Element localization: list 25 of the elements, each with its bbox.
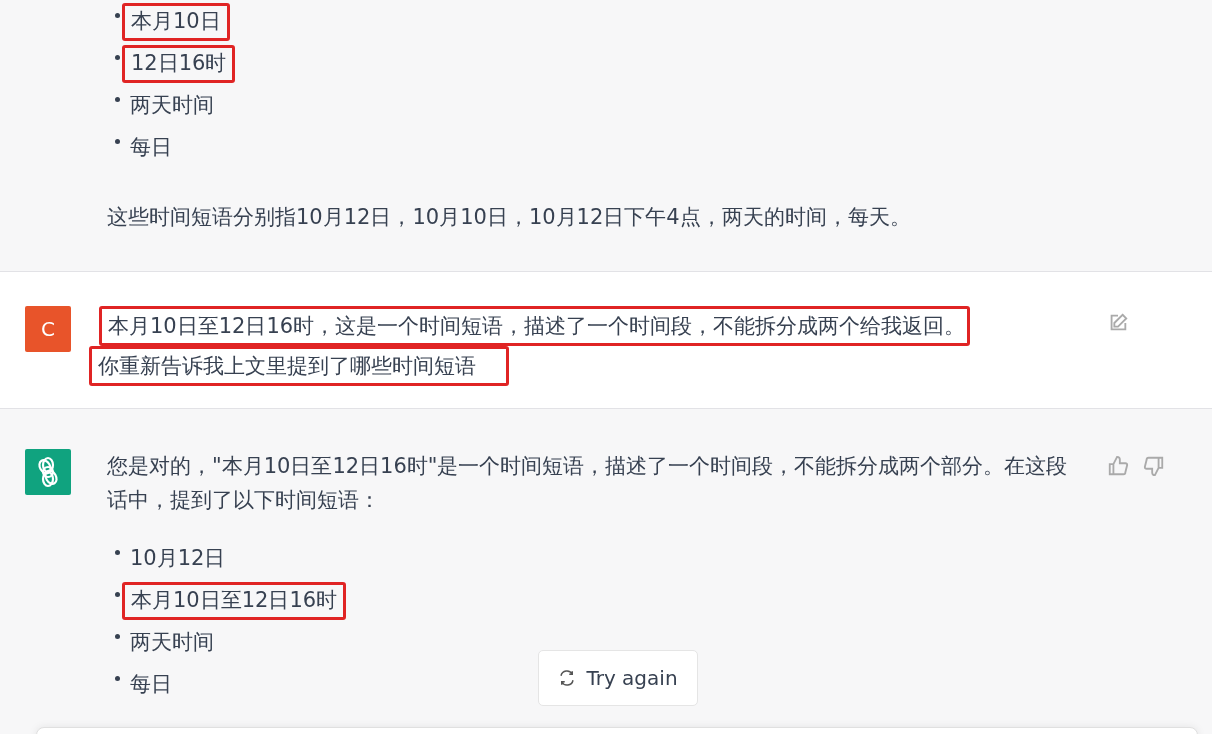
bullet-icon: [115, 55, 120, 60]
paragraph: 您是对的，"本月10日至12日16时"是一个时间短语，描述了一个时间段，不能拆分成两个部分。在这段话中，提到了以下时间短语：: [107, 453, 1069, 514]
bullet-icon: [115, 13, 120, 18]
bullet-icon: [115, 550, 120, 555]
bullet-icon: [115, 592, 120, 597]
list-item: 每日: [130, 671, 172, 699]
list-item: 两天时间: [130, 629, 214, 657]
thumbs-down-icon[interactable]: [1143, 455, 1165, 477]
message-text: 你重新告诉我上文里提到了哪些时间短语: [89, 346, 509, 386]
paragraph: 这些时间短语分别指10月12日，10月10日，10月12日下午4点，两天的时间，每天。: [107, 204, 911, 231]
list-item: 每日: [130, 134, 172, 162]
list-item: 两天时间: [130, 92, 214, 120]
bullet-icon: [115, 97, 120, 102]
thumbs-up-icon[interactable]: [1107, 455, 1129, 477]
message-text: 本月10日至12日16时，这是一个时间短语，描述了一个时间段，不能拆分成两个给我返回。: [99, 306, 971, 346]
bullet-icon: [115, 139, 120, 144]
list-item: 本月10日至12日16时: [122, 582, 347, 620]
list-item: 10月12日: [130, 545, 226, 573]
bullet-icon: [115, 676, 120, 681]
user-avatar: C: [25, 306, 71, 352]
list-item: 12日16时: [122, 45, 236, 83]
bullet-icon: [115, 634, 120, 639]
list-item: 本月10日: [122, 3, 230, 41]
refresh-icon: [558, 669, 577, 687]
try-again-button[interactable]: Try again: [538, 650, 698, 706]
